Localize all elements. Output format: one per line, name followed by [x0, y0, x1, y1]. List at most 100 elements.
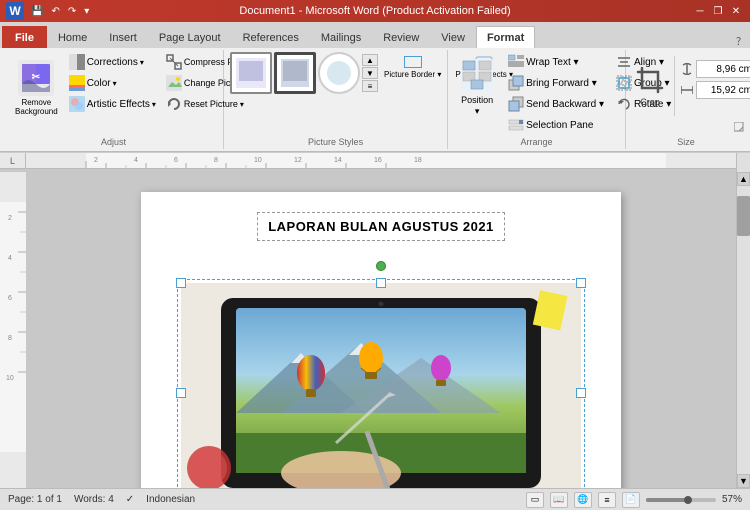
status-bar: Page: 1 of 1 Words: 4 ✓ Indonesian ▭ 📖 🌐…: [0, 488, 750, 510]
wrap-text-icon: [508, 54, 524, 70]
position-btn[interactable]: Position ▾: [454, 52, 500, 120]
handle-middle-right[interactable]: [576, 388, 586, 398]
width-input[interactable]: [696, 81, 750, 99]
crop-area: Crop: [632, 56, 675, 116]
adjust-group: ✂ RemoveBackground Corrections ▾: [4, 50, 224, 149]
height-row: ▲ ▼: [681, 60, 750, 78]
document-title: LAPORAN BULAN AGUSTUS 2021: [268, 219, 494, 234]
vertical-ruler: 2 4 6 8 10: [0, 172, 26, 488]
artistic-effects-label: Artistic Effects: [87, 99, 150, 110]
color-label: Color: [87, 78, 111, 89]
handle-rotate[interactable]: [376, 261, 386, 271]
reset-icon: [166, 96, 182, 112]
picture-style-1[interactable]: [230, 52, 272, 94]
picture-styles-label: Picture Styles: [224, 137, 447, 147]
horizontal-ruler: 2 4 6 8 10 12 14 16 18: [26, 153, 736, 169]
scroll-down-btn[interactable]: ▼: [737, 474, 750, 488]
svg-text:14: 14: [334, 157, 342, 164]
minimize-btn[interactable]: ─: [692, 4, 708, 18]
size-dialog-launcher[interactable]: [734, 122, 744, 135]
artistic-effects-btn[interactable]: Artistic Effects ▾: [65, 94, 160, 114]
handle-top-left[interactable]: [176, 278, 186, 288]
svg-text:18: 18: [414, 157, 422, 164]
restore-btn[interactable]: ❐: [710, 4, 726, 18]
width-row: ▲ ▼: [681, 81, 750, 99]
picture-border-btn[interactable]: Picture Border ▾: [380, 54, 445, 81]
arrange-group-label: Arrange: [448, 137, 625, 147]
send-backward-btn[interactable]: Send Backward ▾: [504, 94, 608, 114]
quick-access-toolbar: 💾 ↶ ↷ ▾: [28, 5, 92, 18]
compress-icon: [166, 54, 182, 70]
corrections-dropdown-icon: ▾: [140, 58, 144, 67]
tab-view[interactable]: View: [430, 26, 476, 48]
tab-mailings[interactable]: Mailings: [310, 26, 372, 48]
position-icon: [459, 57, 495, 93]
picture-style-2[interactable]: [274, 52, 316, 94]
wrap-text-btn[interactable]: Wrap Text ▾: [504, 52, 608, 72]
svg-text:10: 10: [254, 157, 262, 164]
change-picture-icon: [166, 75, 182, 91]
handle-top-right[interactable]: [576, 278, 586, 288]
undo-quick-btn[interactable]: ↶: [48, 5, 62, 18]
picture-style-3[interactable]: [318, 52, 360, 94]
style-more-btn[interactable]: ≡: [362, 80, 378, 92]
tab-insert[interactable]: Insert: [98, 26, 148, 48]
style-up-btn[interactable]: ▲: [362, 54, 378, 66]
height-icon: [681, 63, 693, 75]
tab-file[interactable]: File: [2, 26, 47, 48]
size-group: Crop ▲ ▼: [626, 50, 746, 149]
scroll-thumb[interactable]: [737, 196, 750, 236]
corrections-label: Corrections: [87, 57, 138, 68]
svg-text:4: 4: [8, 255, 12, 262]
svg-text:2: 2: [94, 157, 98, 164]
title-box[interactable]: LAPORAN BULAN AGUSTUS 2021: [257, 212, 505, 241]
style-more-buttons: ▲ ▼ ≡: [362, 54, 378, 92]
document-canvas: LAPORAN BULAN AGUSTUS 2021: [26, 172, 736, 488]
crop-label: Crop: [636, 97, 664, 107]
image-container[interactable]: [181, 283, 581, 488]
remove-background-btn[interactable]: ✂ RemoveBackground: [10, 52, 63, 120]
arrange-group: Position ▾: [448, 50, 626, 149]
tab-review[interactable]: Review: [372, 26, 430, 48]
picture-border-label: Picture Border ▾: [384, 70, 441, 79]
arrange-right-col: Wrap Text ▾ Bring Forward ▾: [504, 52, 608, 135]
window-title: Document1 - Microsoft Word (Product Acti…: [239, 5, 510, 17]
svg-text:2: 2: [8, 215, 12, 222]
scroll-track[interactable]: [737, 186, 750, 474]
color-dropdown-icon: ▾: [113, 79, 117, 88]
crop-btn[interactable]: Crop: [632, 62, 668, 111]
send-backward-icon: [508, 96, 524, 112]
svg-text:12: 12: [294, 157, 302, 164]
help-btn[interactable]: ？: [736, 33, 746, 48]
style-down-btn[interactable]: ▼: [362, 67, 378, 79]
title-bar: W 💾 ↶ ↷ ▾ Document1 - Microsoft Word (Pr…: [0, 0, 750, 22]
close-btn[interactable]: ✕: [728, 4, 744, 18]
selection-pane-icon: [508, 117, 524, 133]
tab-page-layout[interactable]: Page Layout: [148, 26, 232, 48]
adjust-right-col: Corrections ▾ Color ▾: [65, 52, 160, 114]
ruler-corner[interactable]: L: [0, 153, 26, 169]
width-icon: [681, 84, 693, 96]
height-input[interactable]: [696, 60, 750, 78]
selection-pane-btn[interactable]: Selection Pane: [504, 115, 608, 135]
customize-quick-btn[interactable]: ▾: [81, 5, 92, 18]
tablet-svg: [181, 283, 581, 488]
bring-forward-icon: [508, 75, 524, 91]
corrections-btn[interactable]: Corrections ▾: [65, 52, 160, 72]
scroll-up-btn[interactable]: ▲: [737, 172, 750, 186]
handle-middle-left[interactable]: [176, 388, 186, 398]
color-btn[interactable]: Color ▾: [65, 73, 160, 93]
bring-forward-btn[interactable]: Bring Forward ▾: [504, 73, 608, 93]
remove-background-label: RemoveBackground: [15, 98, 58, 117]
save-quick-btn[interactable]: 💾: [28, 5, 46, 18]
ribbon: File Home Insert Page Layout References …: [0, 22, 750, 153]
main-area: 2 4 6 8 10 LAPORAN BULAN AGUSTUS 2021: [0, 172, 750, 488]
tab-format[interactable]: Format: [476, 26, 535, 48]
handle-top-center[interactable]: [376, 278, 386, 288]
tab-home[interactable]: Home: [47, 26, 98, 48]
tab-references[interactable]: References: [232, 26, 310, 48]
svg-text:4: 4: [134, 157, 138, 164]
picture-styles-group: ▲ ▼ ≡ Picture Border ▾ A Picture Effects…: [224, 50, 448, 149]
redo-quick-btn[interactable]: ↷: [65, 5, 79, 18]
size-group-body: Crop ▲ ▼: [632, 52, 750, 149]
